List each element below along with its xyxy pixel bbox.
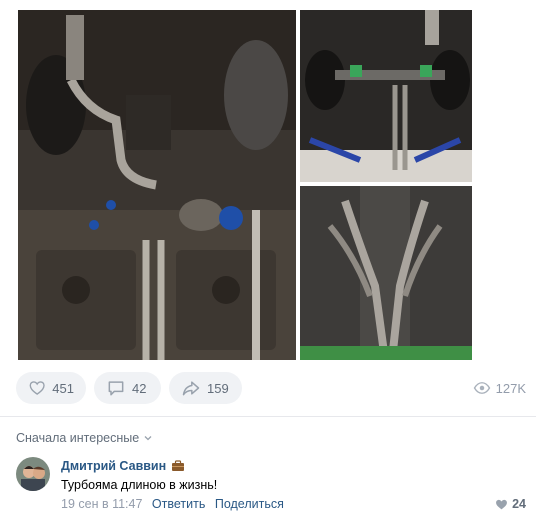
like-button[interactable]: 451 [16, 372, 86, 404]
views-count: 127K [495, 380, 526, 396]
heart-icon [496, 499, 508, 509]
heart-icon [29, 381, 45, 395]
comment-like-button[interactable]: 24 [495, 497, 526, 511]
share-comment-link[interactable]: Поделиться [215, 497, 284, 511]
comments-sort-label: Сначала интересные [16, 431, 140, 445]
chevron-down-icon [144, 436, 152, 441]
comment-meta: 19 сен в 11:47 Ответить Поделиться [61, 497, 284, 511]
comments-sort-dropdown[interactable]: Сначала интересные [16, 431, 153, 445]
share-count: 159 [207, 380, 229, 396]
comment-text: Турбоямa длиною в жизнь! [61, 478, 218, 492]
views-counter: 127K [473, 372, 526, 404]
share-button[interactable]: 159 [169, 372, 242, 404]
comment-author-name: Дмитрий Саввин [61, 459, 167, 473]
share-arrow-icon [182, 381, 200, 396]
briefcase-icon [172, 460, 185, 471]
post-photo-large[interactable] [16, 10, 296, 360]
divider [0, 416, 536, 417]
comment-author[interactable]: Дмитрий Саввин [61, 459, 185, 473]
eye-icon [473, 382, 490, 394]
post-photo-bottom-right[interactable] [300, 186, 472, 360]
post-actions-bar: 451 42 159 127K [16, 372, 526, 404]
avatar[interactable] [16, 457, 50, 491]
reply-link[interactable]: Ответить [152, 497, 205, 511]
post-photo-top-right[interactable] [300, 10, 472, 182]
like-count: 451 [52, 380, 74, 396]
comment-like-count: 24 [512, 497, 526, 511]
comment-date[interactable]: 19 сен в 11:47 [61, 497, 142, 511]
comment-icon [108, 381, 124, 396]
comment-button[interactable]: 42 [94, 372, 161, 404]
comment-count: 42 [132, 380, 147, 396]
